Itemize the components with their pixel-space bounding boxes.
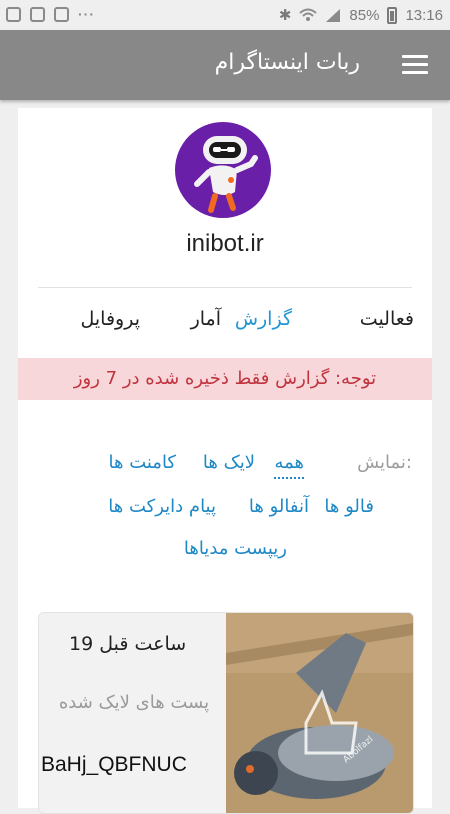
site-name: inibot.ir	[186, 230, 264, 257]
image-icon	[30, 6, 45, 22]
tab-activity[interactable]: فعالیت	[360, 308, 414, 330]
filter-follows[interactable]: فالو ها	[324, 496, 374, 517]
mail-icon	[54, 6, 69, 22]
notice-banner: توجه: گزارش فقط ذخیره شده در 7 روز	[18, 358, 432, 400]
app-bar: ربات اینستاگرام	[0, 30, 450, 100]
filter-direct-messages[interactable]: پیام دایرکت ها	[108, 496, 216, 517]
robot-avatar	[175, 122, 271, 218]
wifi-icon	[299, 8, 318, 21]
hamburger-menu-icon[interactable]	[402, 55, 428, 75]
filter-likes[interactable]: لایک ها	[203, 452, 255, 473]
more-notifications-icon: ···	[78, 6, 95, 22]
main-card: inibot.ir فعالیت گزارش آمار پروفایل توجه…	[18, 108, 432, 814]
battery-icon	[387, 6, 398, 24]
app-title: ربات اینستاگرام	[214, 50, 360, 75]
bluetooth-icon: ✱	[278, 7, 292, 24]
activity-time: 19 ساعت قبل	[69, 633, 187, 655]
signal-icon	[326, 8, 341, 22]
battery-percent: 85%	[349, 6, 380, 24]
tab-bar: فعالیت گزارش آمار پروفایل	[18, 308, 432, 338]
tab-report[interactable]: گزارش	[235, 308, 292, 330]
filter-unfollows[interactable]: آنفالو ها	[249, 496, 309, 517]
post-code: BaHj_QBFNUC	[41, 753, 187, 776]
tab-profile[interactable]: پروفایل	[81, 308, 141, 330]
filter-comments[interactable]: کامنت ها	[109, 452, 177, 473]
notification-icon	[6, 6, 21, 22]
activity-description: پست های لایک شده	[58, 692, 210, 713]
activity-item[interactable]: Abolfazl 19 ساعت قبل پست های لایک شده Ba…	[38, 612, 414, 814]
filter-all[interactable]: همه	[274, 452, 304, 479]
status-bar: ··· ✱ 85% 13:16	[0, 0, 450, 30]
clock: 13:16	[405, 6, 443, 24]
filter-label: نمایش:	[357, 452, 412, 473]
tab-stats[interactable]: آمار	[191, 308, 221, 330]
filter-reposts[interactable]: ریپست مدیاها	[184, 538, 287, 559]
divider	[38, 287, 412, 288]
post-thumbnail[interactable]: Abolfazl	[226, 613, 413, 813]
